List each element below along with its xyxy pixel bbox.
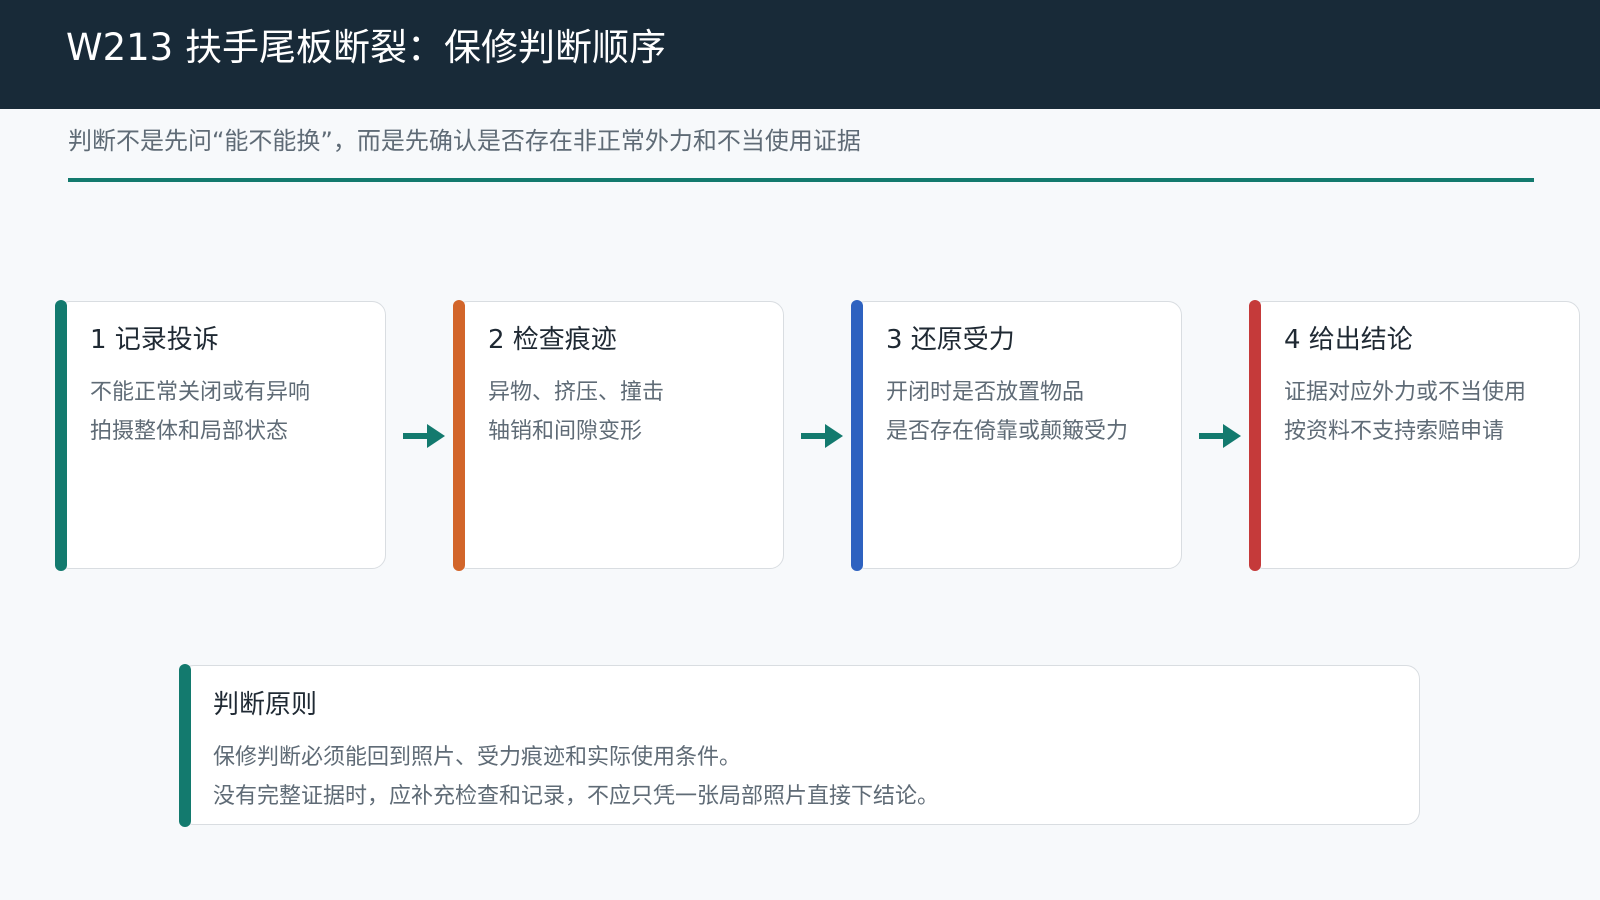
arrow-right-icon [1199, 424, 1241, 448]
principle-line: 保修判断必须能回到照片、受力痕迹和实际使用条件。 [213, 745, 742, 770]
page-subtitle: 判断不是先问“能不能换”，而是先确认是否存在非正常外力和不当使用证据 [68, 127, 861, 155]
step-line: 不能正常关闭或有异响 [90, 380, 311, 405]
arrow-right-icon [403, 424, 445, 448]
step-title: 3 还原受力 [886, 325, 1015, 355]
step-line: 按资料不支持索赔申请 [1284, 419, 1505, 444]
step-card-3: 3 还原受力 开闭时是否放置物品 是否存在倚靠或颠簸受力 [851, 300, 1182, 571]
principle-description: 保修判断必须能回到照片、受力痕迹和实际使用条件。 没有完整证据时，应补充检查和记… [213, 738, 939, 816]
principle-box: 判断原则 保修判断必须能回到照片、受力痕迹和实际使用条件。 没有完整证据时，应补… [179, 664, 1420, 827]
header-bar: W213 扶手尾板断裂：保修判断顺序 [0, 0, 1600, 109]
step-line: 轴销和间隙变形 [488, 419, 643, 444]
page-title: W213 扶手尾板断裂：保修判断顺序 [66, 26, 666, 69]
step-accent-bar [1249, 300, 1261, 571]
principle-line: 没有完整证据时，应补充检查和记录，不应只凭一张局部照片直接下结论。 [213, 784, 940, 809]
step-line: 异物、挤压、撞击 [488, 380, 665, 405]
step-line: 开闭时是否放置物品 [886, 380, 1085, 405]
step-card-1: 1 记录投诉 不能正常关闭或有异响 拍摄整体和局部状态 [55, 300, 386, 571]
step-accent-bar [453, 300, 465, 571]
step-line: 是否存在倚靠或颠簸受力 [886, 419, 1129, 444]
subtitle-divider [68, 178, 1534, 182]
step-accent-bar [55, 300, 67, 571]
step-card-2: 2 检查痕迹 异物、挤压、撞击 轴销和间隙变形 [453, 300, 784, 571]
step-accent-bar [851, 300, 863, 571]
step-line: 拍摄整体和局部状态 [90, 419, 289, 444]
arrow-right-icon [801, 424, 843, 448]
step-description: 证据对应外力或不当使用 按资料不支持索赔申请 [1284, 373, 1526, 451]
principle-title: 判断原则 [213, 690, 318, 720]
step-title: 1 记录投诉 [90, 325, 219, 355]
step-line: 证据对应外力或不当使用 [1284, 380, 1527, 405]
principle-accent-bar [179, 664, 191, 827]
step-description: 开闭时是否放置物品 是否存在倚靠或颠簸受力 [886, 373, 1128, 451]
step-description: 异物、挤压、撞击 轴销和间隙变形 [488, 373, 664, 451]
step-title: 2 检查痕迹 [488, 325, 617, 355]
step-title: 4 给出结论 [1284, 325, 1413, 355]
step-description: 不能正常关闭或有异响 拍摄整体和局部状态 [90, 373, 310, 451]
step-card-4: 4 给出结论 证据对应外力或不当使用 按资料不支持索赔申请 [1249, 300, 1580, 571]
